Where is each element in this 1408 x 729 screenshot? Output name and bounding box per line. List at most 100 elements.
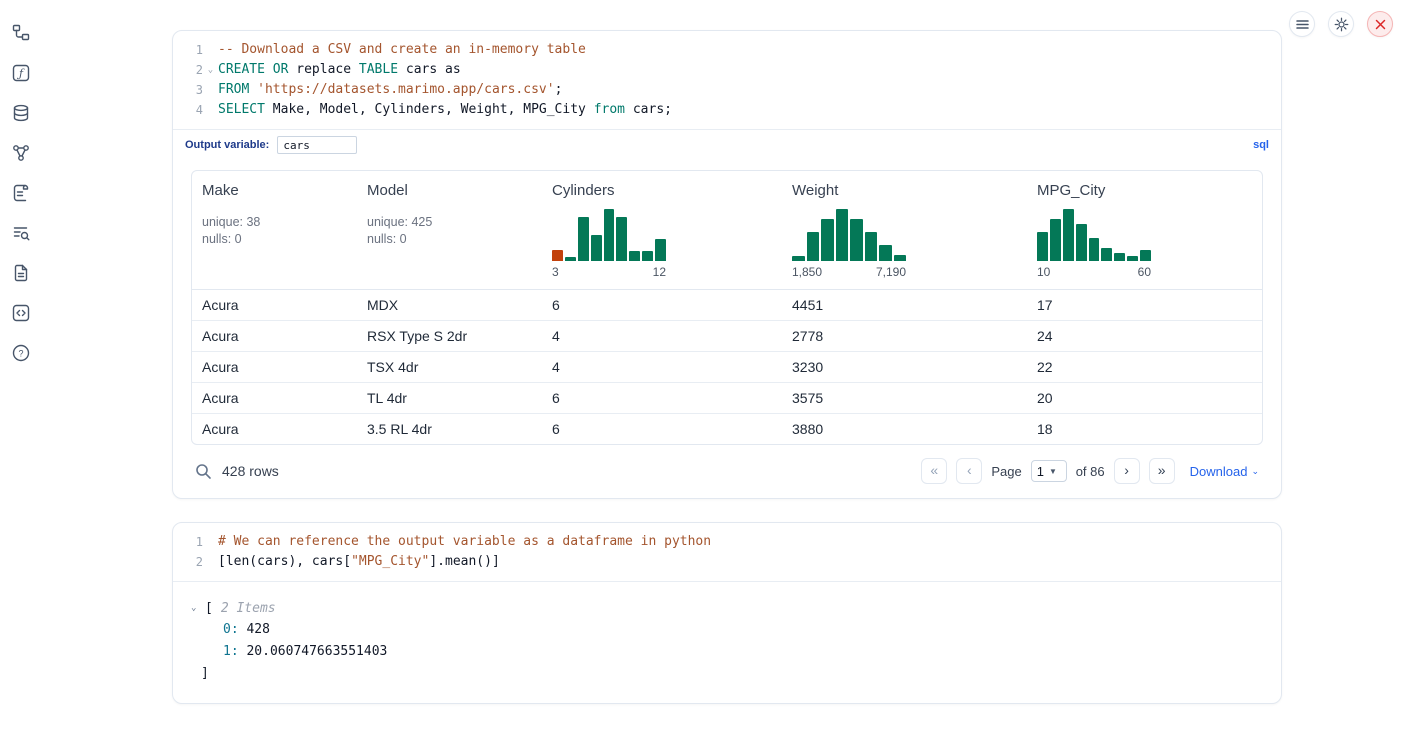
histogram-bar[interactable] [821, 219, 834, 261]
histogram-bar[interactable] [565, 257, 576, 261]
table-row[interactable]: AcuraTSX 4dr4323022 [192, 352, 1263, 383]
code-line[interactable]: 1# We can reference the output variable … [179, 532, 1273, 552]
histogram-bar[interactable] [578, 217, 589, 261]
download-button[interactable]: Download ⌄ [1190, 464, 1259, 479]
page-select-value: 1 [1037, 464, 1044, 479]
sql-code-editor[interactable]: 1-- Download a CSV and create an in-memo… [173, 31, 1281, 130]
histogram-bar[interactable] [1089, 238, 1100, 261]
python-code-editor[interactable]: 1# We can reference the output variable … [173, 523, 1281, 582]
notebook-area: 1-- Download a CSV and create an in-memo… [172, 30, 1282, 704]
histogram-bar[interactable] [894, 255, 907, 261]
sidebar-item-dependency-graph[interactable] [10, 142, 32, 164]
page-label: Page [991, 464, 1021, 479]
column-header-weight[interactable]: Weight 1,850 7,190 [782, 171, 1027, 290]
table-cell: 6 [542, 290, 782, 321]
table-cell: 18 [1027, 414, 1263, 445]
code-line[interactable]: 4SELECT Make, Model, Cylinders, Weight, … [179, 100, 1273, 120]
histogram-bar[interactable] [1063, 209, 1074, 261]
histogram-bar[interactable] [1127, 256, 1138, 261]
histogram-bar[interactable] [1114, 253, 1125, 261]
download-label: Download [1190, 464, 1248, 479]
sidebar-item-data-sources[interactable] [10, 102, 32, 124]
weight-histogram: 1,850 7,190 [792, 209, 906, 279]
column-stat: nulls: 0 [367, 231, 532, 248]
axis-max-label: 12 [653, 265, 666, 279]
histogram-bar[interactable] [1140, 250, 1151, 261]
histogram-bar[interactable] [850, 219, 863, 261]
table-row[interactable]: AcuraMDX6445117 [192, 290, 1263, 321]
last-page-button[interactable]: » [1149, 458, 1175, 484]
table-row[interactable]: AcuraTL 4dr6357520 [192, 383, 1263, 414]
table-header-row: Make unique: 38nulls: 0 Model unique: 42… [192, 171, 1263, 290]
scroll-text-icon [12, 184, 30, 202]
histogram-bar[interactable] [616, 217, 627, 261]
histogram-bar[interactable] [655, 239, 666, 261]
sidebar-item-help[interactable]: ? [10, 342, 32, 364]
table-cell: 4451 [782, 290, 1027, 321]
histogram-bar[interactable] [552, 250, 563, 261]
sidebar-item-outline[interactable] [10, 182, 32, 204]
column-header-make[interactable]: Make unique: 38nulls: 0 [192, 171, 357, 290]
sidebar-item-snippets[interactable] [10, 302, 32, 324]
histogram-bar[interactable] [836, 209, 849, 261]
output-list-item: 0: 428 [191, 619, 1263, 641]
previous-page-button[interactable]: ‹ [956, 458, 982, 484]
table-cell: 6 [542, 414, 782, 445]
fold-chevron-icon[interactable]: ⌄ [203, 60, 218, 80]
column-stat: unique: 425 [367, 214, 532, 231]
axis-max-label: 7,190 [876, 265, 906, 279]
histogram-bar[interactable] [1076, 224, 1087, 261]
chevron-left-icon: ‹ [967, 462, 972, 478]
sidebar-item-file-explorer[interactable] [10, 22, 32, 44]
menu-button[interactable] [1289, 11, 1315, 37]
settings-button[interactable] [1328, 11, 1354, 37]
table-cell: Acura [192, 414, 357, 445]
graph-icon [12, 144, 30, 162]
table-row[interactable]: AcuraRSX Type S 2dr4277824 [192, 321, 1263, 352]
sidebar-item-functions[interactable]: ƒ [10, 62, 32, 84]
line-number: 1 [179, 40, 203, 60]
file-text-icon [12, 264, 30, 282]
histogram-bar[interactable] [865, 232, 878, 261]
column-header-model[interactable]: Model unique: 425nulls: 0 [357, 171, 542, 290]
row-count: 428 rows [222, 463, 279, 479]
sidebar-item-documentation[interactable] [10, 262, 32, 284]
table-cell: Acura [192, 383, 357, 414]
next-page-button[interactable]: › [1114, 458, 1140, 484]
code-text: [len(cars), cars["MPG_City"].mean()] [218, 552, 500, 572]
close-button[interactable] [1367, 11, 1393, 37]
search-icon[interactable] [195, 463, 212, 480]
histogram-bar[interactable] [1037, 232, 1048, 261]
hamburger-menu-icon [1296, 18, 1309, 31]
histogram-bar[interactable] [629, 251, 640, 261]
histogram-bar[interactable] [879, 245, 892, 261]
page-select[interactable]: 1 ▼ [1031, 460, 1067, 482]
code-line[interactable]: 3FROM 'https://datasets.marimo.app/cars.… [179, 80, 1273, 100]
code-line[interactable]: 1-- Download a CSV and create an in-memo… [179, 40, 1273, 60]
histogram-bar[interactable] [792, 256, 805, 261]
gear-icon [1334, 17, 1349, 32]
first-page-button[interactable]: « [921, 458, 947, 484]
language-badge: sql [1253, 139, 1269, 151]
column-header-mpg-city[interactable]: MPG_City 10 60 [1027, 171, 1263, 290]
table-row[interactable]: Acura3.5 RL 4dr6388018 [192, 414, 1263, 445]
table-cell: 3.5 RL 4dr [357, 414, 542, 445]
histogram-bar[interactable] [807, 232, 820, 261]
histogram-bar[interactable] [642, 251, 653, 261]
histogram-bar[interactable] [1101, 248, 1112, 261]
histogram-bar[interactable] [604, 209, 615, 261]
table-cell: 24 [1027, 321, 1263, 352]
column-header-cylinders[interactable]: Cylinders 3 12 [542, 171, 782, 290]
fold-gutter [203, 532, 218, 552]
code-line[interactable]: 2[len(cars), cars["MPG_City"].mean()] [179, 552, 1273, 572]
output-variable-input[interactable] [277, 136, 357, 154]
svg-text:?: ? [18, 348, 23, 358]
histogram-bar[interactable] [1050, 219, 1061, 261]
histogram-axis: 3 12 [552, 265, 666, 279]
table-cell: TL 4dr [357, 383, 542, 414]
code-text: FROM 'https://datasets.marimo.app/cars.c… [218, 80, 562, 100]
sidebar-item-logs[interactable] [10, 222, 32, 244]
code-line[interactable]: 2⌄CREATE OR replace TABLE cars as [179, 60, 1273, 80]
collapse-chevron-icon[interactable]: ⌄ [191, 598, 205, 619]
histogram-bar[interactable] [591, 235, 602, 261]
